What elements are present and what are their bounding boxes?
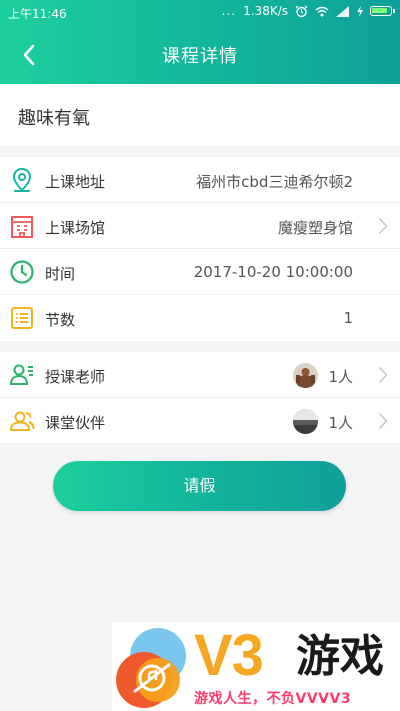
leave-request-button[interactable]: 请假 — [53, 461, 346, 511]
building-icon — [11, 216, 33, 238]
teacher-count: 1人 — [328, 368, 353, 386]
location-pin-icon — [12, 167, 32, 192]
course-info-section: 上课地址 福州市cbd三迪希尔顿2 上课场馆 魔瘦塑身馆 时间 2017-10-… — [0, 157, 400, 341]
network-speed: 1.38K/s — [243, 4, 288, 18]
battery-icon — [370, 6, 395, 16]
status-bar: 上午11:46 ... 1.38K/s — [0, 0, 400, 24]
watermark-slogan: 游戏人生，不负VVVV3 — [194, 691, 352, 707]
address-value: 福州市cbd三迪希尔顿2 — [196, 173, 353, 191]
status-dots: ... — [221, 4, 237, 18]
watermark-brand: V3 — [194, 623, 264, 688]
teacher-row[interactable]: 授课老师 1人 — [0, 352, 400, 398]
app-header: 上午11:46 ... 1.38K/s 课程详情 — [0, 0, 400, 84]
partners-icon — [9, 411, 35, 431]
time-row: 时间 2017-10-20 10:00:00 — [0, 249, 400, 295]
teacher-icon — [9, 364, 33, 385]
partners-label: 课堂伙伴 — [45, 413, 106, 432]
clock-icon — [10, 260, 34, 284]
sessions-row: 节数 1 — [0, 295, 400, 341]
watermark-banner: V3 游戏 游戏人生，不负VVVV3 — [112, 622, 400, 711]
venue-label: 上课场馆 — [45, 219, 106, 237]
wifi-icon — [315, 6, 329, 16]
course-name-card: 趣味有氧 — [0, 84, 400, 146]
chevron-right-icon — [378, 366, 388, 384]
chevron-right-icon — [378, 217, 388, 235]
list-icon — [11, 307, 33, 329]
time-label: 时间 — [45, 265, 76, 283]
alarm-icon — [295, 5, 308, 17]
sessions-label: 节数 — [45, 311, 76, 329]
charging-icon — [357, 5, 363, 17]
nav-bar: 课程详情 — [0, 24, 400, 84]
status-indicators: ... 1.38K/s — [221, 4, 395, 18]
watermark-logo — [116, 628, 186, 708]
venue-value: 魔瘦塑身馆 — [277, 219, 353, 237]
address-row: 上课地址 福州市cbd三迪希尔顿2 — [0, 157, 400, 203]
page-title: 课程详情 — [162, 46, 238, 67]
time-value: 2017-10-20 10:00:00 — [193, 263, 353, 281]
partners-row[interactable]: 课堂伙伴 1人 — [0, 398, 400, 444]
teacher-label: 授课老师 — [45, 368, 106, 386]
venue-row[interactable]: 上课场馆 魔瘦塑身馆 — [0, 203, 400, 249]
status-time: 上午11:46 — [8, 7, 67, 21]
chevron-right-icon — [378, 412, 388, 429]
signal-icon — [336, 5, 349, 17]
course-name: 趣味有氧 — [18, 108, 90, 129]
watermark-game: 游戏 — [296, 631, 384, 682]
sessions-value: 1 — [343, 309, 353, 327]
partners-count: 1人 — [328, 413, 353, 432]
teacher-avatar — [293, 363, 318, 388]
address-label: 上课地址 — [45, 173, 106, 191]
partner-avatar — [293, 408, 318, 434]
people-section: 授课老师 1人 课堂伙伴 1人 — [0, 352, 400, 443]
